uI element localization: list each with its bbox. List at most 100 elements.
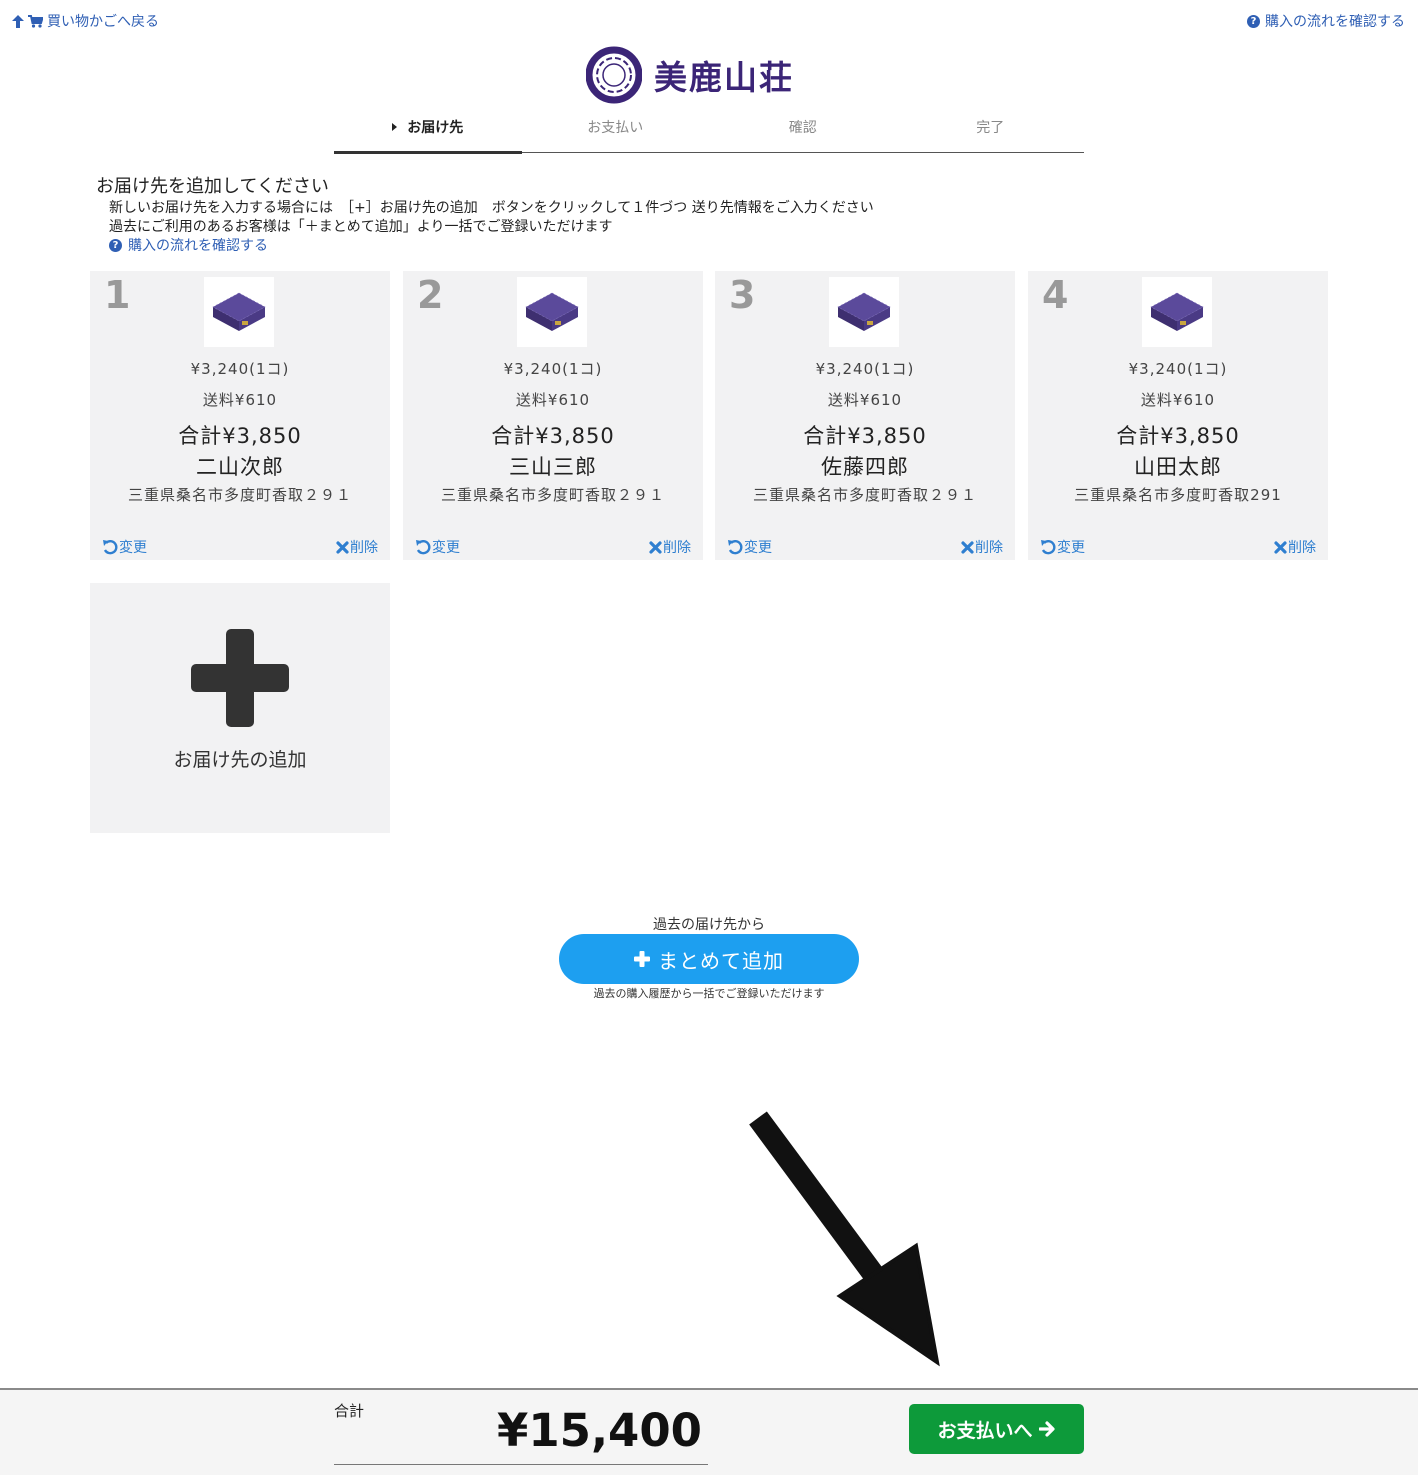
card-total: 合計¥3,850 (178, 424, 302, 448)
recipient-address: 三重県桑名市多度町香取291 (1074, 486, 1282, 504)
shipping-fee: 送料¥610 (827, 391, 903, 409)
question-circle-icon: ? (1247, 14, 1260, 28)
back-to-cart-link[interactable]: 買い物かごへ戻る (12, 11, 159, 31)
step-label: お支払い (587, 120, 644, 136)
step-complete: 完了 (897, 110, 1085, 152)
delete-button[interactable]: 削除 (1274, 537, 1316, 557)
checkout-steps: お届け先 お支払い 確認 完了 (334, 110, 1085, 154)
edit-button[interactable]: 変更 (415, 537, 460, 557)
step-label: お届け先 (407, 120, 464, 136)
intro-text-1: 新しいお届け先を入力する場合には ［+］お届け先の追加 ボタンをクリックして１件… (109, 200, 874, 216)
step-payment: お支払い (522, 110, 710, 152)
shipping-fee: 送料¥610 (515, 391, 591, 409)
recipient-address: 三重県桑名市多度町香取２９１ (127, 486, 352, 504)
delete-label: 削除 (975, 540, 1003, 556)
undo-icon (416, 539, 431, 554)
logo-text: 美鹿山荘 (654, 58, 794, 97)
cart-icon (28, 14, 43, 28)
bulk-add-note: 過去の購入履歴から一括でご登録いただけます (593, 987, 825, 1000)
delete-label: 削除 (350, 540, 378, 556)
undo-icon (1041, 539, 1056, 554)
annotation-arrow (749, 1111, 940, 1367)
shipping-fee: 送料¥610 (202, 391, 278, 409)
purchase-flow-inline-label: 購入の流れを確認する (128, 238, 268, 254)
destination-card: 4 ¥3,240(1コ) 送料¥610 合計¥3,850 山田太郎 三重県桑名市… (1028, 271, 1328, 560)
close-icon (1274, 540, 1287, 554)
intro-text-2: 過去にご利用のあるお客様は「＋まとめて追加」より一括でご登録いただけます (109, 219, 613, 235)
purchase-flow-inline-link[interactable]: ? 購入の流れを確認する (109, 235, 268, 255)
purchase-flow-label: 購入の流れを確認する (1265, 14, 1405, 30)
gift-box-image (837, 292, 891, 331)
delete-label: 削除 (1288, 540, 1316, 556)
arrow-up-icon (12, 14, 24, 28)
recipient-name: 山田太郎 (1134, 455, 1222, 479)
delete-button[interactable]: 削除 (336, 537, 378, 557)
add-destination-button[interactable]: お届け先の追加 (90, 583, 390, 833)
bulk-add-label: まとめて追加 (658, 948, 784, 973)
recipient-name: 二山次郎 (196, 455, 284, 479)
card-total: 合計¥3,850 (803, 424, 927, 448)
edit-label: 変更 (1057, 540, 1085, 556)
destination-card: 3 ¥3,240(1コ) 送料¥610 合計¥3,850 佐藤四郎 三重県桑名市… (715, 271, 1015, 560)
gift-box-image (212, 292, 266, 331)
arrow-right-icon (1038, 1421, 1055, 1437)
edit-label: 変更 (432, 540, 460, 556)
delete-button[interactable]: 削除 (961, 537, 1003, 557)
close-icon (961, 540, 974, 554)
step-confirm: 確認 (709, 110, 897, 152)
close-icon (336, 540, 349, 554)
recipient-name: 佐藤四郎 (821, 455, 909, 479)
bulk-add-button[interactable]: まとめて追加 (559, 934, 859, 984)
question-circle-icon: ? (109, 238, 122, 252)
shipping-fee: 送料¥610 (1140, 391, 1216, 409)
item-price: ¥3,240(1コ) (503, 360, 603, 378)
proceed-to-payment-label: お支払いへ (937, 1419, 1033, 1442)
recipient-name: 三山三郎 (509, 455, 597, 479)
step-label: 完了 (976, 120, 1005, 136)
edit-label: 変更 (744, 540, 772, 556)
card-total: 合計¥3,850 (491, 424, 615, 448)
destination-card: 1 ¥3,240(1コ) 送料¥610 合計¥3,850 二山次郎 三重県桑名市… (90, 271, 390, 560)
gift-box-image (525, 292, 579, 331)
close-icon (649, 540, 662, 554)
bulk-add-caption: 過去の届け先から (653, 917, 765, 933)
gift-box-image (1150, 292, 1204, 331)
site-logo[interactable]: 美鹿山荘 (586, 42, 794, 108)
destination-number: 4 (1042, 273, 1069, 317)
product-thumbnail (1142, 277, 1212, 347)
order-summary-bar: 合計 ¥15,400 お支払いへ (0, 1388, 1418, 1475)
destination-number: 1 (104, 273, 131, 317)
item-price: ¥3,240(1コ) (1128, 360, 1228, 378)
total-amount: ¥15,400 (497, 1404, 702, 1457)
caret-right-icon (392, 123, 398, 131)
back-to-cart-label: 買い物かごへ戻る (47, 14, 159, 30)
delete-button[interactable]: 削除 (649, 537, 691, 557)
edit-button[interactable]: 変更 (102, 537, 147, 557)
total-underline (334, 1464, 708, 1465)
add-destination-label: お届け先の追加 (173, 749, 307, 771)
plus-icon (634, 951, 650, 967)
proceed-to-payment-button[interactable]: お支払いへ (909, 1404, 1084, 1454)
product-thumbnail (204, 277, 274, 347)
card-total: 合計¥3,850 (1116, 424, 1240, 448)
edit-label: 変更 (119, 540, 147, 556)
item-price: ¥3,240(1コ) (190, 360, 290, 378)
destination-number: 3 (729, 273, 756, 317)
step-label: 確認 (788, 120, 817, 136)
page-title: お届け先を追加してください (96, 176, 329, 197)
destination-card: 2 ¥3,240(1コ) 送料¥610 合計¥3,850 三山三郎 三重県桑名市… (403, 271, 703, 560)
purchase-flow-link[interactable]: ? 購入の流れを確認する (1247, 11, 1405, 31)
logo-emblem-icon (586, 46, 642, 104)
product-thumbnail (829, 277, 899, 347)
undo-icon (103, 539, 118, 554)
destination-number: 2 (417, 273, 444, 317)
step-delivery: お届け先 (334, 110, 522, 154)
recipient-address: 三重県桑名市多度町香取２９１ (752, 486, 977, 504)
product-thumbnail (517, 277, 587, 347)
delete-label: 削除 (663, 540, 691, 556)
edit-button[interactable]: 変更 (1040, 537, 1085, 557)
edit-button[interactable]: 変更 (727, 537, 772, 557)
recipient-address: 三重県桑名市多度町香取２９１ (440, 486, 665, 504)
undo-icon (728, 539, 743, 554)
item-price: ¥3,240(1コ) (815, 360, 915, 378)
